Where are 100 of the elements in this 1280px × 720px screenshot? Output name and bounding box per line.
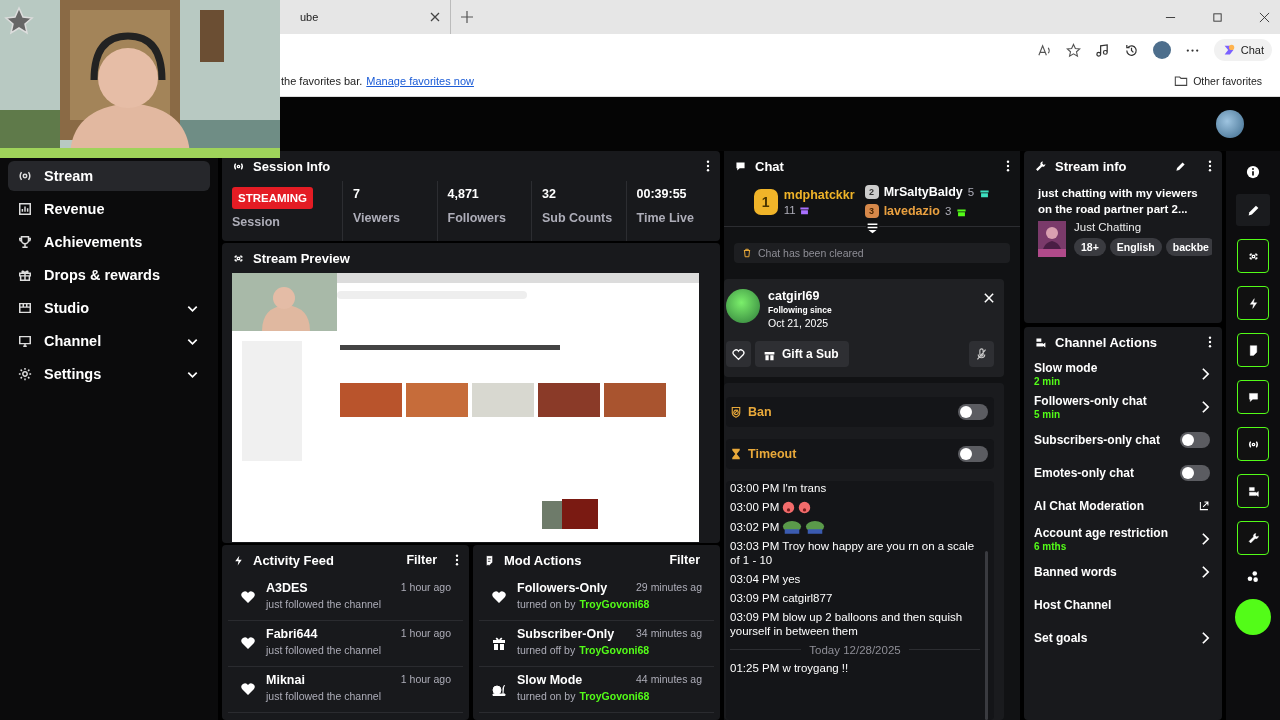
toggle-switch[interactable] xyxy=(1180,464,1210,481)
chat-message: 01:25 PM w troygang !! xyxy=(730,661,849,675)
chevron-right-icon[interactable] xyxy=(1201,366,1210,381)
channel-action-label[interactable]: Followers-only chat xyxy=(1034,393,1147,408)
tag[interactable]: 18+ xyxy=(1074,238,1106,256)
music-icon[interactable] xyxy=(1094,42,1110,58)
manage-favorites-link[interactable]: Manage favorites now xyxy=(366,75,474,87)
chevron-right-icon[interactable] xyxy=(1201,630,1210,645)
rail-button[interactable] xyxy=(1237,521,1269,555)
heart-icon xyxy=(732,347,745,361)
edit-button[interactable] xyxy=(1236,194,1270,226)
scrollbar[interactable] xyxy=(985,551,988,720)
setting-value: 5 min xyxy=(1034,408,1062,420)
follow-button[interactable] xyxy=(726,341,751,367)
sidebar-item[interactable]: Drops & rewards xyxy=(8,260,210,290)
username-link[interactable]: TroyGovoni68 xyxy=(579,598,650,610)
category-name[interactable]: Just Chatting xyxy=(1074,221,1212,233)
username-link[interactable]: TroyGovoni68 xyxy=(579,690,650,702)
sidebar-item[interactable]: Achievements xyxy=(8,227,210,257)
maximize-icon[interactable] xyxy=(1212,11,1223,23)
rail-button[interactable] xyxy=(1237,380,1269,414)
rail-button[interactable] xyxy=(1237,474,1269,508)
chat-icon xyxy=(734,159,747,173)
gift-count: 11 xyxy=(783,203,796,216)
avatar xyxy=(726,289,760,323)
more-icon[interactable] xyxy=(706,160,710,172)
follow-date: Oct 21, 2025 xyxy=(768,317,830,329)
stat-label: Viewers xyxy=(353,211,402,225)
hourglass-icon xyxy=(730,448,742,460)
emoji-icon xyxy=(782,500,796,514)
rail-button[interactable] xyxy=(1237,427,1269,461)
read-aloud-icon[interactable] xyxy=(1036,42,1052,58)
mute-button[interactable] xyxy=(969,341,994,367)
profile-avatar[interactable] xyxy=(1152,41,1171,59)
chat-button[interactable]: Chat xyxy=(1213,39,1272,61)
username-link[interactable]: TroyGovoni68 xyxy=(579,644,650,656)
camera-icon xyxy=(1246,484,1260,498)
sidebar-item[interactable]: Stream xyxy=(8,161,210,191)
toggle-switch[interactable] xyxy=(958,404,988,420)
notice-text: Chat has been cleared xyxy=(758,247,864,259)
more-icon[interactable] xyxy=(1006,160,1010,172)
round-button[interactable] xyxy=(1235,599,1271,635)
chevron-right-icon[interactable] xyxy=(1201,531,1210,546)
muted-microphone-icon xyxy=(975,347,988,361)
edit-icon[interactable] xyxy=(1175,160,1186,172)
star-icon[interactable] xyxy=(1065,42,1081,58)
channel-action-label[interactable]: Subscribers-only chat xyxy=(1034,432,1161,447)
stat-value: 4,871 xyxy=(447,187,480,201)
channel-action-label[interactable]: Account age restriction xyxy=(1034,525,1169,540)
setting-value: 2 min xyxy=(1034,375,1062,387)
sidebar-item[interactable]: Studio xyxy=(8,293,210,323)
channel-action-label[interactable]: Banned words xyxy=(1034,564,1117,579)
broadcast-icon xyxy=(18,169,32,183)
toggle-switch[interactable] xyxy=(1180,431,1210,448)
dots-icon[interactable] xyxy=(1246,570,1260,584)
sidebar-item[interactable]: Settings xyxy=(8,359,210,389)
rank-badge: 1 xyxy=(753,188,778,215)
tag[interactable]: backbe xyxy=(1165,238,1212,256)
tag[interactable]: English xyxy=(1109,238,1162,256)
filter-button[interactable]: Filter xyxy=(659,553,710,567)
heart-icon xyxy=(240,589,256,605)
more-icon[interactable] xyxy=(1208,160,1212,172)
follower-name: Fabri644 xyxy=(266,627,318,641)
avatar[interactable] xyxy=(1216,110,1244,138)
film-icon xyxy=(18,301,32,315)
channel-action-label[interactable]: Slow mode xyxy=(1034,360,1098,375)
heart-icon xyxy=(491,589,507,605)
info-icon[interactable] xyxy=(1246,165,1260,179)
channel-action-label[interactable]: Set goals xyxy=(1034,630,1088,645)
history-icon[interactable] xyxy=(1123,42,1139,58)
channel-action-label[interactable]: Host Channel xyxy=(1034,597,1112,612)
other-favorites-button[interactable]: Other favorites xyxy=(1168,73,1268,89)
stream-title: just chatting with my viewers on the road partner part 2... xyxy=(1038,186,1199,217)
close-icon[interactable] xyxy=(1259,11,1270,23)
gift-sub-button[interactable]: Gift a Sub xyxy=(755,341,849,367)
sidebar-item[interactable]: Channel xyxy=(8,326,210,356)
new-tab-icon[interactable] xyxy=(461,11,473,23)
close-icon[interactable] xyxy=(430,12,440,22)
channel-action-label[interactable]: Emotes-only chat xyxy=(1034,465,1135,480)
chevron-right-icon[interactable] xyxy=(1201,399,1210,414)
following-label: Following since xyxy=(768,305,833,315)
more-icon[interactable] xyxy=(1208,336,1212,348)
more-icon[interactable] xyxy=(455,554,459,566)
channel-action-label[interactable]: AI Chat Moderation xyxy=(1034,498,1144,513)
rail-button[interactable] xyxy=(1237,333,1269,367)
stat-value: 32 xyxy=(542,187,557,201)
rail-button[interactable] xyxy=(1237,239,1269,273)
event-text: just followed the channel xyxy=(266,644,382,656)
gift-count: 3 xyxy=(944,205,952,217)
filter-button[interactable]: Filter xyxy=(396,553,447,567)
chat-message: 03:00 PM I'm trans xyxy=(730,481,827,495)
external-link-icon[interactable] xyxy=(1199,500,1210,511)
gift-count: 5 xyxy=(967,186,975,198)
rail-button[interactable] xyxy=(1237,286,1269,320)
gear-icon xyxy=(18,367,32,381)
toggle-switch[interactable] xyxy=(958,446,988,462)
gifter-name: mdphatckkr xyxy=(783,187,855,202)
collapse-icon[interactable] xyxy=(865,221,879,234)
chevron-right-icon[interactable] xyxy=(1201,564,1210,579)
sidebar-item[interactable]: Revenue xyxy=(8,194,210,224)
